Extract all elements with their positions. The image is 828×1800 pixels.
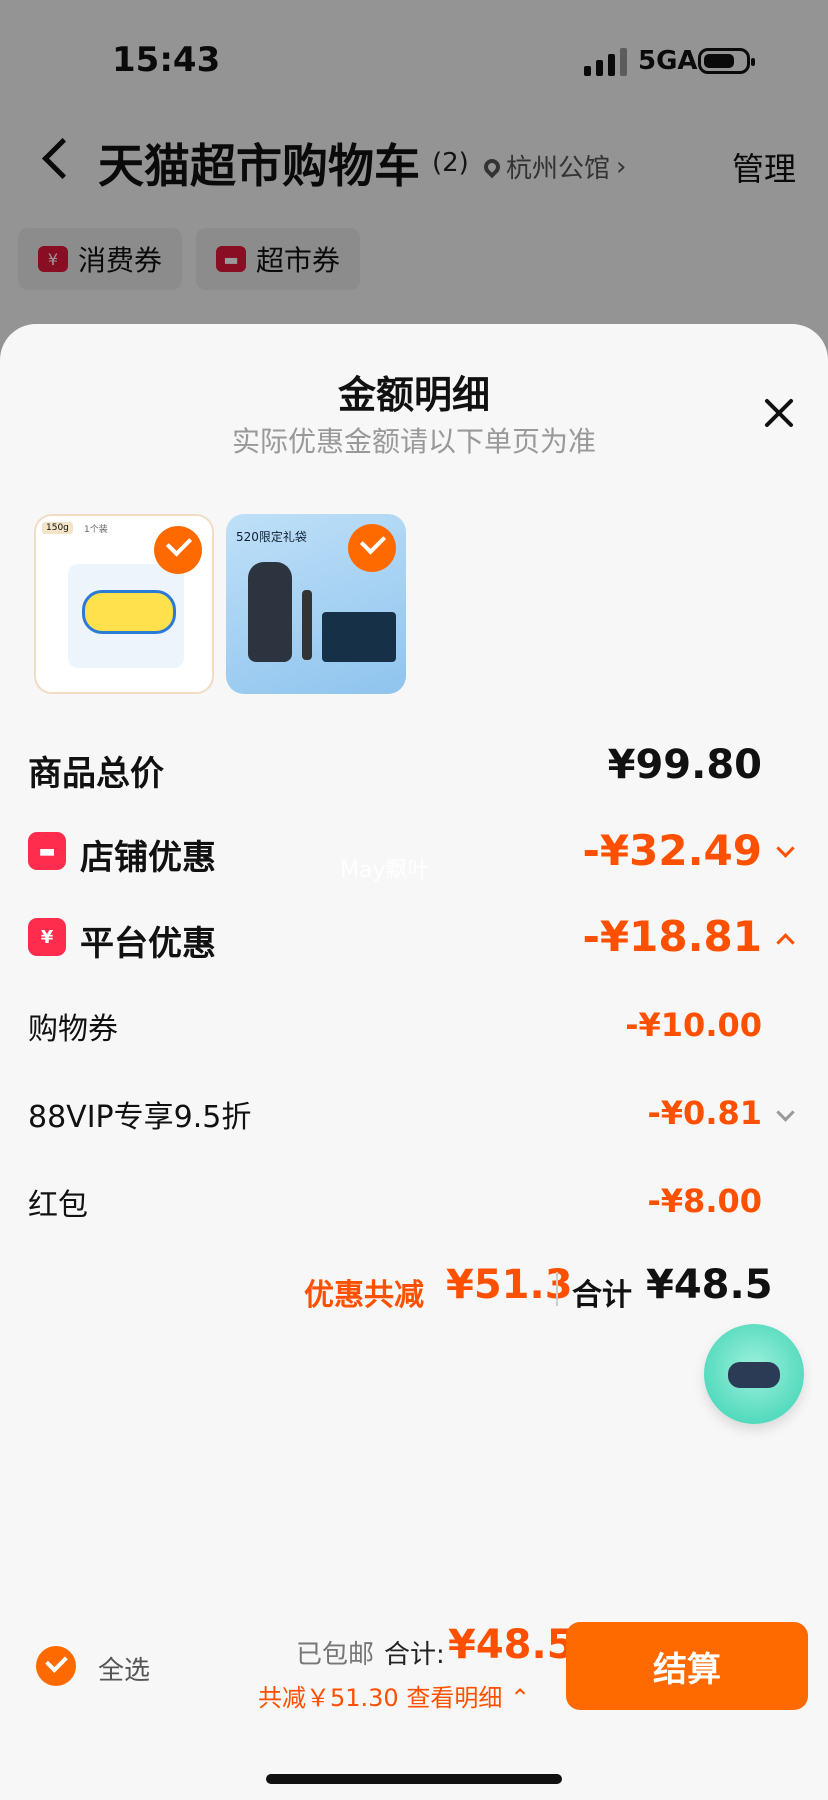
select-all-label[interactable]: 全选 bbox=[98, 1650, 150, 1687]
platform-coupon-icon: ¥ bbox=[28, 918, 66, 956]
summary-divider bbox=[556, 1272, 558, 1306]
home-indicator bbox=[266, 1774, 562, 1784]
trimmer-image bbox=[302, 590, 312, 660]
checkout-bar: 全选 已包邮 合计: ¥48.5 共减￥51.30 查看明细 ⌃ 结算 bbox=[0, 1610, 828, 1730]
product-thumbnail[interactable]: 150g 1个装 bbox=[34, 514, 214, 694]
platform-discount-row[interactable]: ¥ 平台优惠 -¥18.81 bbox=[0, 910, 828, 970]
chevron-down-icon[interactable] bbox=[776, 1103, 795, 1122]
shopping-coupon-row: 购物券 -¥10.00 bbox=[0, 1000, 828, 1050]
shop-icon: ▬ bbox=[28, 832, 66, 870]
sheet-subtitle: 实际优惠金额请以下单页为准 bbox=[231, 425, 596, 458]
shop-discount-label: 店铺优惠 bbox=[80, 838, 216, 878]
chevron-up-icon[interactable] bbox=[776, 933, 795, 952]
product-thumbnail[interactable]: 520限定礼袋 bbox=[226, 514, 406, 694]
wipes-package-image bbox=[68, 564, 184, 668]
discount-summary-label: 优惠共减 bbox=[304, 1278, 424, 1313]
chevron-up-icon: ⌃ bbox=[509, 1684, 531, 1712]
red-packet-row: 红包 -¥8.00 bbox=[0, 1176, 828, 1226]
amount-detail-sheet: 金额明细 实际优惠金额请以下单页为准 150g 1个装 520限定礼袋 商品总价… bbox=[0, 324, 828, 1800]
product-pack-badge: 1个装 bbox=[84, 525, 108, 535]
red-packet-value: -¥8.00 bbox=[647, 1182, 763, 1220]
summary-row: 优惠共减 ¥51.3 合计 ¥48.5 bbox=[0, 1258, 828, 1318]
shopping-coupon-value: -¥10.00 bbox=[625, 1006, 762, 1044]
checkout-total-label: 合计: bbox=[384, 1640, 445, 1670]
shipping-label: 已包邮 bbox=[296, 1640, 375, 1670]
total-price-row: 商品总价 ¥99.80 bbox=[0, 740, 828, 800]
shop-discount-value: -¥32.49 bbox=[582, 826, 762, 875]
platform-discount-label: 平台优惠 bbox=[80, 924, 216, 964]
checkout-total-value: ¥48.5 bbox=[448, 1622, 575, 1668]
discount-summary-value: ¥51.3 bbox=[446, 1262, 573, 1308]
close-icon[interactable] bbox=[762, 396, 796, 430]
gift-bag-label: 520限定礼袋 bbox=[236, 530, 307, 544]
shopping-coupon-label: 购物券 bbox=[28, 1012, 118, 1047]
summary-total-value: ¥48.5 bbox=[646, 1262, 773, 1308]
selected-check-icon[interactable] bbox=[154, 526, 202, 574]
selected-check-icon[interactable] bbox=[348, 524, 396, 572]
summary-total-label: 合计 bbox=[572, 1278, 632, 1313]
select-all-check-icon[interactable] bbox=[36, 1646, 76, 1686]
chevron-down-icon[interactable] bbox=[776, 839, 795, 858]
total-price-value: ¥99.80 bbox=[607, 742, 762, 788]
vip-discount-label: 88VIP专享9.5折 bbox=[28, 1100, 252, 1135]
shaver-image bbox=[248, 562, 292, 662]
vip-discount-value: -¥0.81 bbox=[647, 1094, 763, 1132]
red-packet-label: 红包 bbox=[28, 1188, 88, 1223]
assistant-robot-icon[interactable] bbox=[704, 1324, 804, 1424]
product-weight-badge: 150g bbox=[42, 522, 73, 534]
vip-discount-row[interactable]: 88VIP专享9.5折 -¥0.81 bbox=[0, 1088, 828, 1138]
gift-box-image bbox=[322, 612, 396, 662]
savings-text: 共减￥51.30 查看明细 bbox=[258, 1684, 503, 1712]
sheet-title: 金额明细 bbox=[337, 373, 490, 417]
platform-discount-value: -¥18.81 bbox=[582, 912, 762, 961]
view-details-link[interactable]: 共减￥51.30 查看明细 ⌃ bbox=[258, 1678, 530, 1713]
total-price-label: 商品总价 bbox=[28, 754, 164, 794]
watermark: May飘叶 bbox=[340, 858, 430, 883]
checkout-button[interactable]: 结算 bbox=[566, 1622, 808, 1710]
